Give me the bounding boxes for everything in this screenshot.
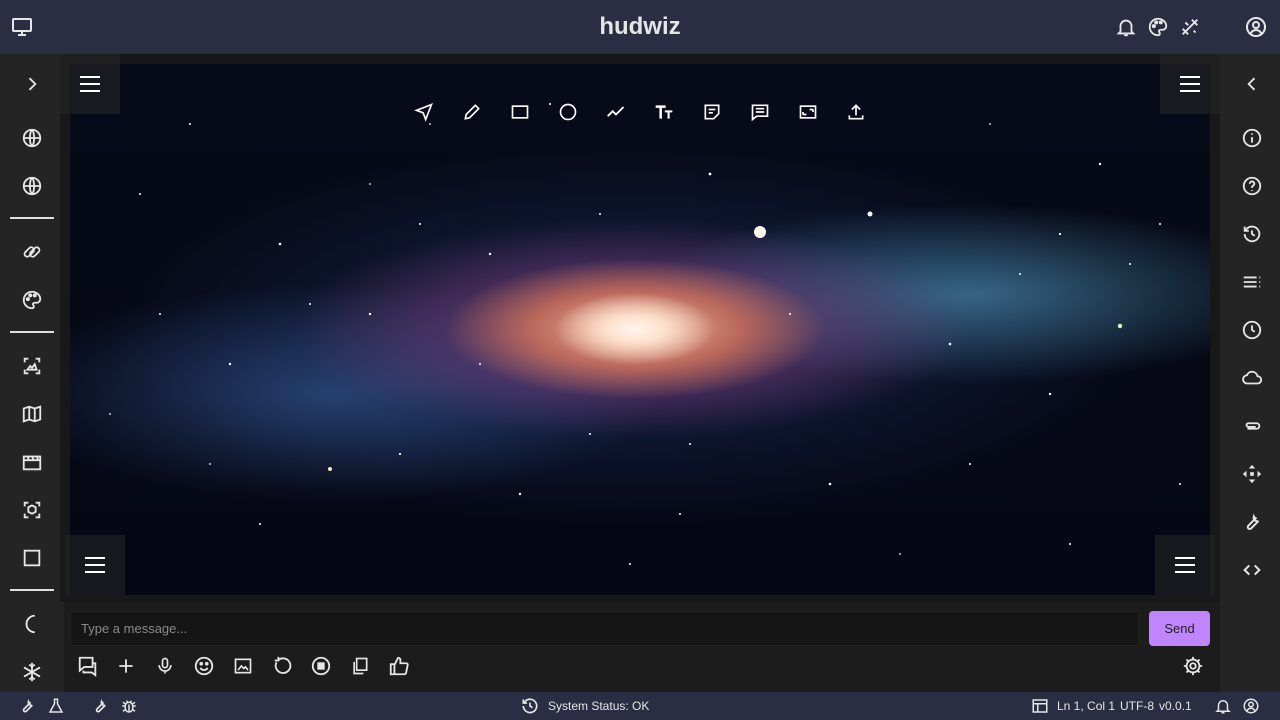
refresh-icon[interactable] bbox=[268, 652, 296, 680]
top-bar: hudwiz bbox=[0, 0, 1280, 54]
build-tools-icon[interactable] bbox=[90, 696, 110, 716]
settings-gear-icon[interactable] bbox=[1179, 652, 1207, 680]
user-icon[interactable] bbox=[1241, 696, 1261, 716]
cloud-icon[interactable] bbox=[1238, 364, 1266, 392]
corner-menu-top-right[interactable] bbox=[1160, 54, 1220, 114]
flask-icon[interactable] bbox=[46, 696, 66, 716]
send-button[interactable]: Send bbox=[1149, 611, 1210, 646]
code-icon[interactable] bbox=[1238, 556, 1266, 584]
account-icon[interactable] bbox=[1242, 13, 1270, 41]
image-icon[interactable] bbox=[229, 652, 257, 680]
status-history-icon[interactable] bbox=[520, 696, 540, 716]
cursor-position: Ln 1, Col 1 bbox=[1057, 699, 1116, 713]
corner-menu-bottom-right[interactable] bbox=[1155, 535, 1215, 595]
clock-icon[interactable] bbox=[1238, 316, 1266, 344]
globe-icon[interactable] bbox=[18, 124, 46, 152]
link-icon[interactable] bbox=[18, 238, 46, 266]
collapse-chevron-icon[interactable] bbox=[1238, 70, 1266, 98]
corner-menu-top-left[interactable] bbox=[60, 54, 120, 114]
square-icon[interactable] bbox=[18, 544, 46, 572]
encoding-label: UTF-8 bbox=[1120, 699, 1154, 713]
help-icon[interactable] bbox=[1238, 172, 1266, 200]
expand-chevron-icon[interactable] bbox=[18, 70, 46, 98]
info-icon[interactable] bbox=[1238, 124, 1266, 152]
app-title: hudwiz bbox=[599, 13, 681, 40]
left-sidebar bbox=[0, 54, 64, 692]
corner-menu-bottom-left[interactable] bbox=[65, 535, 125, 595]
polyline-icon[interactable] bbox=[602, 98, 630, 126]
wrench-icon[interactable] bbox=[1238, 508, 1266, 536]
comment-icon[interactable] bbox=[746, 98, 774, 126]
galaxy-canvas[interactable] bbox=[70, 64, 1210, 595]
status-bar: System Status: OK Ln 1, Col 1 UTF-8 v0.0… bbox=[0, 692, 1280, 720]
emoji-icon[interactable] bbox=[190, 652, 218, 680]
film-icon[interactable] bbox=[18, 448, 46, 476]
right-sidebar bbox=[1220, 54, 1280, 692]
text-icon[interactable] bbox=[650, 98, 678, 126]
copy-icon[interactable] bbox=[346, 652, 374, 680]
bug-icon[interactable] bbox=[119, 696, 139, 716]
layout-icon[interactable] bbox=[1030, 696, 1050, 716]
monitor-icon[interactable] bbox=[8, 13, 36, 41]
circle-icon[interactable] bbox=[554, 98, 582, 126]
move-arrows-icon[interactable] bbox=[1238, 460, 1266, 488]
pencil-icon[interactable] bbox=[458, 98, 486, 126]
stop-icon[interactable] bbox=[307, 652, 335, 680]
list-icon[interactable] bbox=[1238, 268, 1266, 296]
moon-icon[interactable] bbox=[18, 610, 46, 638]
wrench-icon[interactable] bbox=[17, 696, 37, 716]
notification-bell-icon[interactable] bbox=[1213, 696, 1233, 716]
image-search-icon[interactable] bbox=[18, 352, 46, 380]
main-area bbox=[60, 54, 1220, 602]
sidebar-divider bbox=[10, 331, 54, 333]
upload-icon[interactable] bbox=[842, 98, 870, 126]
sidebar-divider bbox=[10, 217, 54, 219]
attachment-icon[interactable] bbox=[1238, 412, 1266, 440]
3d-cube-icon[interactable] bbox=[18, 496, 46, 524]
add-icon[interactable] bbox=[112, 652, 140, 680]
message-input[interactable] bbox=[70, 611, 1139, 646]
starfield bbox=[109, 103, 1181, 565]
select-arrow-icon[interactable] bbox=[410, 98, 438, 126]
map-icon[interactable] bbox=[18, 400, 46, 428]
snowflake-icon[interactable] bbox=[18, 658, 46, 686]
image-frame-icon[interactable] bbox=[794, 98, 822, 126]
sidebar-divider bbox=[10, 589, 54, 591]
palette-icon[interactable] bbox=[1144, 13, 1172, 41]
drawing-toolbar bbox=[410, 98, 870, 126]
chat-history-icon[interactable] bbox=[74, 652, 102, 680]
tools-icon[interactable] bbox=[1176, 13, 1204, 41]
thumbs-up-icon[interactable] bbox=[385, 652, 413, 680]
microphone-icon[interactable] bbox=[151, 652, 179, 680]
version-label: v0.0.1 bbox=[1159, 699, 1192, 713]
system-status: System Status: OK bbox=[548, 699, 650, 713]
history-icon[interactable] bbox=[1238, 220, 1266, 248]
globe-alt-icon[interactable] bbox=[18, 172, 46, 200]
rectangle-icon[interactable] bbox=[506, 98, 534, 126]
palette-icon[interactable] bbox=[18, 286, 46, 314]
sticky-note-icon[interactable] bbox=[698, 98, 726, 126]
bell-icon[interactable] bbox=[1112, 13, 1140, 41]
